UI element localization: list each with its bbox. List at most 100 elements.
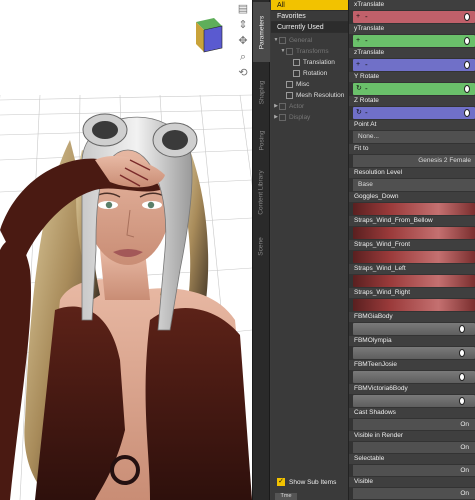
toggle-value: On — [460, 444, 469, 451]
toggle-value: On — [460, 467, 469, 474]
slider-track — [353, 203, 475, 215]
tree-categories: All Favorites Currently Used — [271, 0, 348, 33]
move-handle-icon: + — [356, 13, 361, 20]
tree-node-general[interactable]: ▼ General — [271, 35, 348, 46]
tree-node-label: Rotation — [303, 70, 328, 77]
tab-scene[interactable]: Scene — [253, 226, 270, 266]
tab-scene-label: Scene — [258, 236, 265, 256]
node-box-icon — [286, 48, 293, 55]
property-slider-xtranslate[interactable]: + - — [353, 11, 475, 23]
tree-node-display[interactable]: ▶ Display — [271, 112, 348, 123]
bottom-tab[interactable]: Tme — [275, 493, 297, 500]
property-slider-fbmolympia[interactable] — [353, 347, 475, 359]
side-tab-strip: Parameters Shaping Posing Content Librar… — [252, 0, 270, 500]
slider-track — [353, 227, 475, 239]
tree-category-favorites[interactable]: Favorites — [271, 11, 348, 22]
viewport-nav-strip: ▤ ⇕ ✥ ⌕ ⟲ — [234, 0, 252, 90]
property-slider-ztranslate[interactable]: + - — [353, 59, 475, 71]
property-slider-straps-wind-from-bellow[interactable] — [353, 227, 475, 239]
property-label-visible-in-render: Visible in Render — [349, 431, 475, 441]
properties-panel: xTranslate + - yTranslate + - zTranslate + - Y Ro… — [349, 0, 475, 500]
property-toggle-cast-shadows[interactable]: On — [353, 419, 475, 430]
show-sub-items-label: Show Sub Items — [289, 478, 337, 486]
property-slider-goggles-down[interactable] — [353, 203, 475, 215]
tab-content-library-label: Content Library — [258, 169, 266, 215]
move-cross-icon[interactable]: ✥ — [236, 34, 250, 48]
tree-node-label: Actor — [289, 103, 305, 110]
property-label-ztranslate: zTranslate — [349, 48, 475, 58]
property-label-fbmvictoria6body: FBMVictoria6Body — [349, 384, 475, 394]
node-box-icon — [293, 70, 300, 77]
node-box-icon — [286, 92, 293, 99]
tree-category-currently-used[interactable]: Currently Used — [271, 22, 348, 33]
tree-node-rotation[interactable]: Rotation — [271, 68, 348, 79]
property-slider-straps-wind-front[interactable] — [353, 251, 475, 263]
property-field-fit-to[interactable]: Genesis 2 Female — [353, 155, 475, 167]
property-slider-straps-wind-right[interactable] — [353, 299, 475, 311]
view-cube[interactable] — [188, 16, 226, 56]
property-field-resolution-level[interactable]: Base — [353, 179, 475, 191]
slider-track — [353, 347, 475, 359]
slider-track — [353, 299, 475, 311]
minus-icon[interactable]: - — [365, 59, 368, 70]
property-toggle-visible-in-render[interactable]: On — [353, 442, 475, 453]
vertical-arrows-icon[interactable]: ⇕ — [236, 18, 250, 32]
show-sub-items-toggle[interactable]: ✓ Show Sub Items — [277, 478, 336, 486]
node-box-icon — [286, 81, 293, 88]
property-label-point-at: Point At — [349, 120, 475, 130]
tab-content-library[interactable]: Content Library — [253, 160, 270, 224]
node-box-icon — [279, 103, 286, 110]
property-label-straps-wind-right: Straps_Wind_Right — [349, 288, 475, 298]
tree-node-label: General — [289, 37, 313, 44]
slider-track — [353, 395, 475, 407]
tree-node-actor[interactable]: ▶ Actor — [271, 101, 348, 112]
property-slider-fbmgiabody[interactable] — [353, 323, 475, 335]
property-label-xtranslate: xTranslate — [349, 0, 475, 10]
toggle-value: On — [460, 421, 469, 428]
slider-track — [353, 275, 475, 287]
bottom-tab-label: Tme — [280, 493, 292, 499]
rotate-icon[interactable]: ⟲ — [236, 66, 250, 80]
property-label-fbmteenjosie: FBMTeenJosie — [349, 360, 475, 370]
property-label-y-rotate: Y Rotate — [349, 72, 475, 82]
slider-track — [353, 251, 475, 263]
view-cube-icon — [196, 18, 223, 53]
property-field-point-at[interactable]: None... — [353, 131, 475, 143]
3d-viewport[interactable]: ▤ ⇕ ✥ ⌕ ⟲ — [0, 0, 252, 500]
property-label-goggles-down: Goggles_Down — [349, 192, 475, 202]
minus-icon[interactable]: - — [365, 107, 368, 118]
property-label-straps-wind-front: Straps_Wind_Front — [349, 240, 475, 250]
tree-node-label: Transforms — [296, 48, 329, 55]
property-slider-fbmvictoria6body[interactable] — [353, 395, 475, 407]
minus-icon[interactable]: - — [365, 83, 368, 94]
tab-posing[interactable]: Posing — [253, 120, 270, 160]
tree-node-translation[interactable]: Translation — [271, 57, 348, 68]
minus-icon[interactable]: - — [365, 11, 368, 22]
tree-node-mesh-resolution[interactable]: Mesh Resolution — [271, 90, 348, 101]
property-toggle-selectable[interactable]: On — [353, 465, 475, 476]
property-slider-straps-wind-left[interactable] — [353, 275, 475, 287]
tree-category-all[interactable]: All — [271, 0, 348, 11]
property-label-selectable: Selectable — [349, 454, 475, 464]
camera-menu-icon[interactable]: ▤ — [236, 2, 250, 16]
property-label-fbmgiabody: FBMGiaBody — [349, 312, 475, 322]
tab-shaping[interactable]: Shaping — [253, 70, 270, 114]
property-slider-fbmteenjosie[interactable] — [353, 371, 475, 383]
tree-node-label: Display — [289, 114, 311, 121]
tab-posing-label: Posing — [258, 130, 265, 150]
property-label-straps-wind-left: Straps_Wind_Left — [349, 264, 475, 274]
tree-node-transforms[interactable]: ▼ Transforms — [271, 46, 348, 57]
tab-parameters[interactable]: Parameters — [253, 2, 270, 62]
property-slider-z-rotate[interactable]: ↻ - — [353, 107, 475, 119]
rotate-handle-icon: ↻ — [356, 85, 362, 92]
property-toggle-visible[interactable]: On — [353, 488, 475, 499]
tree-node-misc[interactable]: Misc — [271, 79, 348, 90]
minus-icon[interactable]: - — [365, 35, 368, 46]
zoom-icon[interactable]: ⌕ — [236, 50, 250, 64]
property-label-fbmolympia: FBMOlympia — [349, 336, 475, 346]
move-handle-icon: + — [356, 37, 361, 44]
property-slider-y-rotate[interactable]: ↻ - — [353, 83, 475, 95]
slider-track — [353, 107, 475, 119]
node-box-icon — [279, 114, 286, 121]
property-slider-ytranslate[interactable]: + - — [353, 35, 475, 47]
